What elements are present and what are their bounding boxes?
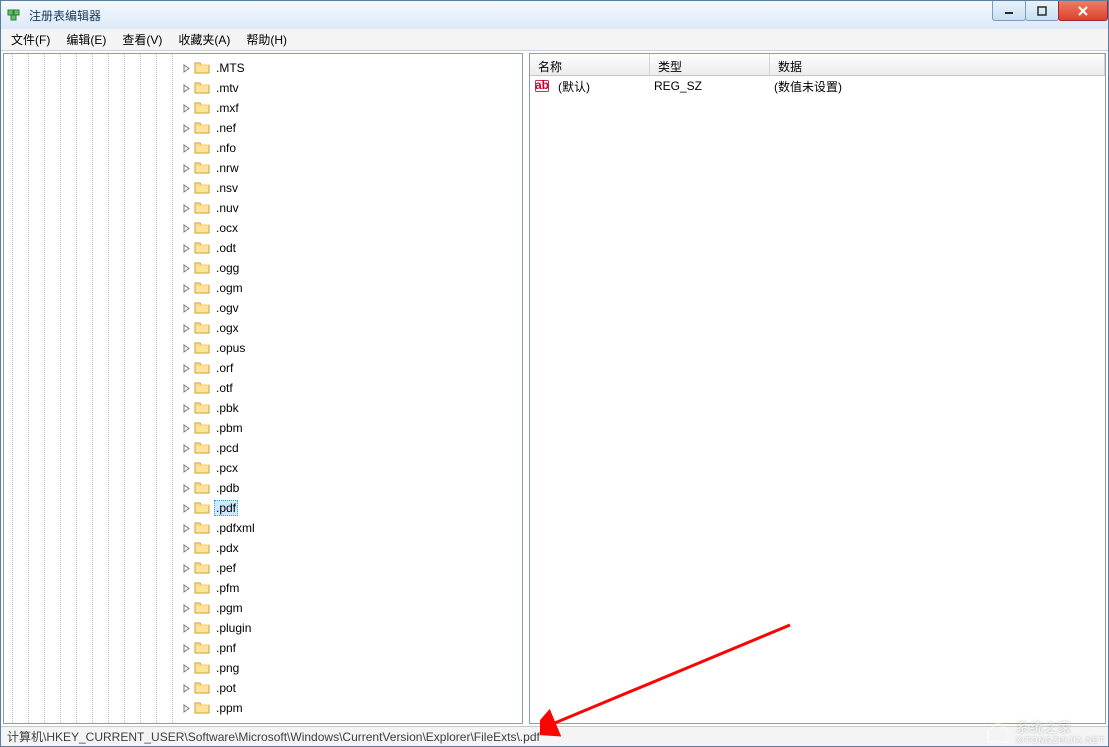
- tree-item-label: .opus: [214, 341, 247, 355]
- titlebar[interactable]: 注册表编辑器: [1, 1, 1108, 29]
- tree-item-label: .ogv: [214, 301, 241, 315]
- value-type: REG_SZ: [650, 79, 770, 93]
- list-row[interactable]: ab (默认)REG_SZ(数值未设置): [530, 76, 1105, 96]
- value-name: (默认): [554, 78, 650, 95]
- tree-item-label: .pcx: [214, 461, 240, 475]
- menu-file[interactable]: 文件(F): [3, 29, 58, 50]
- tree-item-label: .nrw: [214, 161, 241, 175]
- svg-text:ab: ab: [535, 78, 549, 92]
- folder-icon: [194, 200, 210, 216]
- folder-icon: [194, 300, 210, 316]
- folder-icon: [194, 420, 210, 436]
- folder-icon: [194, 260, 210, 276]
- close-button[interactable]: [1058, 1, 1108, 21]
- tree-item-label: .ogm: [214, 281, 245, 295]
- folder-icon: [194, 500, 210, 516]
- tree-item-label: .pdx: [214, 541, 241, 555]
- maximize-button[interactable]: [1025, 1, 1059, 21]
- tree-item-label: .pnf: [214, 641, 238, 655]
- folder-icon: [194, 480, 210, 496]
- value-data: (数值未设置): [770, 78, 1105, 95]
- folder-icon: [194, 280, 210, 296]
- tree-item-label: .pdfxml: [214, 521, 257, 535]
- tree-item-label: .mxf: [214, 101, 241, 115]
- list-header: 名称 类型 数据: [530, 54, 1105, 76]
- folder-icon: [194, 520, 210, 536]
- tree-item-label: .plugin: [214, 621, 253, 635]
- tree-item-label: .MTS: [214, 61, 247, 75]
- folder-icon: [194, 140, 210, 156]
- folder-icon: [194, 240, 210, 256]
- folder-icon: [194, 580, 210, 596]
- tree-item-label: .pbm: [214, 421, 245, 435]
- list-body[interactable]: ab (默认)REG_SZ(数值未设置): [530, 76, 1105, 723]
- minimize-button[interactable]: [992, 1, 1026, 21]
- tree-item-label: .pdf: [214, 500, 238, 516]
- col-type[interactable]: 类型: [650, 54, 770, 75]
- content-area: .MTS .mtv .mxf .nef .nfo .nrw .nsv .nuv .ocx .odt…: [1, 51, 1108, 726]
- string-value-icon: ab: [534, 78, 550, 94]
- folder-icon: [194, 320, 210, 336]
- tree-guides: [12, 54, 188, 723]
- folder-icon: [194, 360, 210, 376]
- tree-item-label: .pef: [214, 561, 238, 575]
- folder-icon: [194, 220, 210, 236]
- col-data[interactable]: 数据: [770, 54, 1105, 75]
- menu-view[interactable]: 查看(V): [114, 29, 170, 50]
- folder-icon: [194, 120, 210, 136]
- tree-item-label: .ocx: [214, 221, 240, 235]
- tree-item-label: .nfo: [214, 141, 238, 155]
- folder-icon: [194, 600, 210, 616]
- tree-item-label: .orf: [214, 361, 235, 375]
- tree-item-label: .pfm: [214, 581, 241, 595]
- tree-item-label: .ogx: [214, 321, 241, 335]
- regedit-icon: [7, 7, 23, 23]
- folder-icon: [194, 640, 210, 656]
- folder-icon: [194, 60, 210, 76]
- menu-help[interactable]: 帮助(H): [238, 29, 295, 50]
- folder-icon: [194, 440, 210, 456]
- menu-favorites[interactable]: 收藏夹(A): [170, 29, 238, 50]
- folder-icon: [194, 400, 210, 416]
- folder-icon: [194, 80, 210, 96]
- menu-bar: 文件(F) 编辑(E) 查看(V) 收藏夹(A) 帮助(H): [1, 29, 1108, 51]
- folder-icon: [194, 380, 210, 396]
- folder-icon: [194, 700, 210, 716]
- col-name[interactable]: 名称: [530, 54, 650, 75]
- tree-item-label: .otf: [214, 381, 235, 395]
- menu-edit[interactable]: 编辑(E): [58, 29, 114, 50]
- folder-icon: [194, 540, 210, 556]
- tree-item-label: .nsv: [214, 181, 240, 195]
- tree-item-label: .mtv: [214, 81, 241, 95]
- folder-icon: [194, 560, 210, 576]
- folder-icon: [194, 660, 210, 676]
- app-window: 注册表编辑器 文件(F) 编辑(E) 查看(V) 收藏夹(A) 帮助(H) .M…: [0, 0, 1109, 747]
- tree-item-label: .pot: [214, 681, 238, 695]
- folder-icon: [194, 100, 210, 116]
- folder-icon: [194, 180, 210, 196]
- tree-item-label: .ppm: [214, 701, 245, 715]
- tree-item-label: .odt: [214, 241, 238, 255]
- status-bar: 计算机\HKEY_CURRENT_USER\Software\Microsoft…: [1, 726, 1108, 746]
- tree-pane[interactable]: .MTS .mtv .mxf .nef .nfo .nrw .nsv .nuv .ocx .odt…: [3, 53, 523, 724]
- tree-item-label: .ogg: [214, 261, 241, 275]
- tree-item-label: .pbk: [214, 401, 241, 415]
- value-list-pane: 名称 类型 数据 ab (默认)REG_SZ(数值未设置): [529, 53, 1106, 724]
- window-buttons: [993, 1, 1108, 21]
- tree-item-label: .nef: [214, 121, 238, 135]
- tree-item-label: .png: [214, 661, 241, 675]
- folder-icon: [194, 340, 210, 356]
- folder-icon: [194, 460, 210, 476]
- tree-item-label: .nuv: [214, 201, 241, 215]
- folder-icon: [194, 160, 210, 176]
- folder-icon: [194, 620, 210, 636]
- status-path: 计算机\HKEY_CURRENT_USER\Software\Microsoft…: [7, 728, 540, 745]
- tree-item-label: .pdb: [214, 481, 241, 495]
- folder-icon: [194, 680, 210, 696]
- tree-item-label: .pcd: [214, 441, 241, 455]
- window-title: 注册表编辑器: [29, 7, 101, 24]
- tree-item-label: .pgm: [214, 601, 245, 615]
